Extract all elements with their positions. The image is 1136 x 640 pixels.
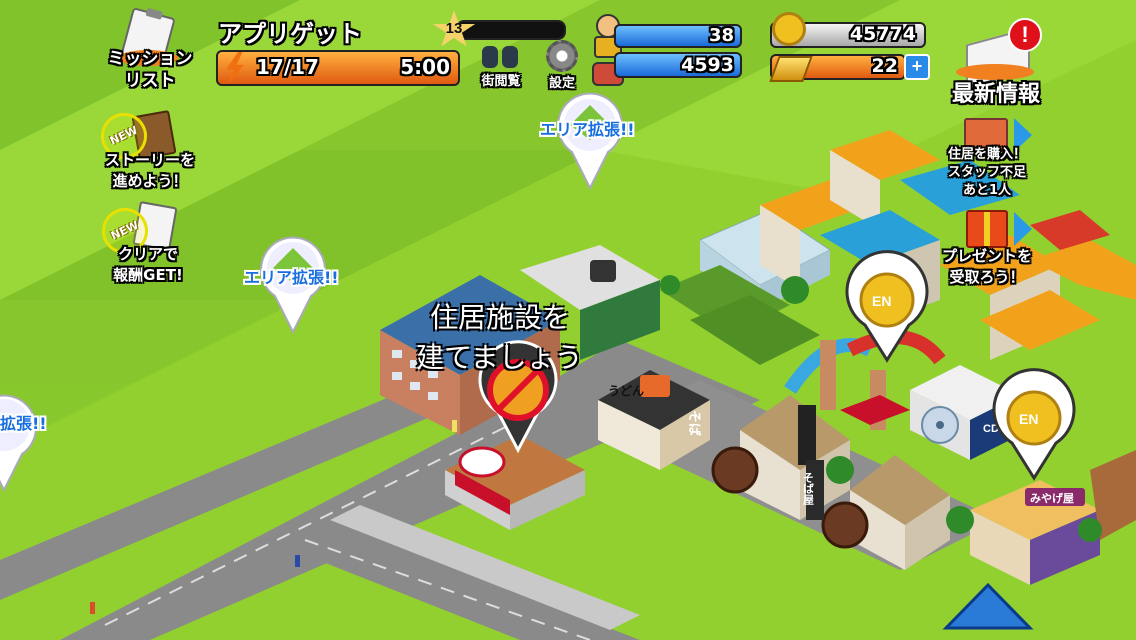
town-view-label: 街閲覧 xyxy=(481,74,521,89)
mission-list-button[interactable]: ミッション リスト xyxy=(96,7,204,100)
app-title: アプリゲット xyxy=(218,20,362,48)
story-label: ストーリーを 進めよう！ xyxy=(104,151,195,190)
buy-house-notice[interactable]: 住居を購入！ スタッフ不足 あと1人 xyxy=(938,118,1036,210)
story-button[interactable]: NEW ストーリーを 進めよう！ xyxy=(93,105,205,200)
area-expand-label-left[interactable]: エリア拡張!! xyxy=(244,264,339,288)
level-number: 13 xyxy=(445,20,463,37)
population-count: 38 xyxy=(708,25,734,46)
gear-icon xyxy=(546,40,578,72)
coin-label-playground: EN xyxy=(872,293,891,309)
coin-label-souvenir: EN xyxy=(1019,411,1038,427)
area-expand-label-top[interactable]: エリア拡張!! xyxy=(540,116,635,140)
present-notice[interactable]: プレゼントを 受取ろう！ xyxy=(938,208,1036,294)
present-label: プレゼントを 受取ろう！ xyxy=(941,247,1032,286)
clear-reward-button[interactable]: NEW クリアで 報酬GET! xyxy=(94,200,198,292)
area-expand-label-edge[interactable]: 拡張!! xyxy=(0,410,47,434)
buy-house-label: 住居を購入！ スタッフ不足 あと1人 xyxy=(947,147,1026,198)
omiyage-sign: みやげ屋 xyxy=(1030,491,1074,505)
news-alert-badge: ! xyxy=(1008,18,1042,52)
build-hint-line2: 建てましょう xyxy=(416,341,583,374)
town-view-button[interactable]: 街閲覧 xyxy=(474,42,528,92)
add-gold-button[interactable]: + xyxy=(904,54,930,80)
energy-timer: 5:00 xyxy=(400,55,450,79)
energy-count: 17/17 xyxy=(256,55,319,79)
exp-bar xyxy=(456,20,566,40)
binoculars-icon xyxy=(482,42,520,68)
clear-reward-label: クリアで 報酬GET! xyxy=(113,245,183,284)
population-bar: 38 xyxy=(614,24,742,48)
staff-count: 4593 xyxy=(681,54,734,76)
mission-list-label: ミッション リスト xyxy=(107,49,193,91)
build-hint-line1: 住居施設を xyxy=(430,301,571,334)
settings-button[interactable]: 設定 xyxy=(538,40,586,92)
soba-shop-sign: そば屋 xyxy=(802,472,815,506)
soba-sign: そば xyxy=(686,410,701,436)
lightning-icon xyxy=(226,52,244,84)
udon-sign: うどん xyxy=(608,384,644,398)
news-label: 最新情報 xyxy=(951,82,1040,107)
gift-icon xyxy=(966,210,1008,248)
chevron-right-icon-2 xyxy=(1014,212,1032,246)
coin-count: 45774 xyxy=(849,23,916,45)
staff-bar: 4593 xyxy=(614,52,742,78)
coin-icon xyxy=(772,12,806,46)
energy-bar: 17/17 5:00 xyxy=(216,50,460,86)
settings-label: 設定 xyxy=(548,76,575,91)
gold-count: 22 xyxy=(871,55,898,77)
news-button[interactable]: ! 最新情報 xyxy=(944,16,1048,108)
